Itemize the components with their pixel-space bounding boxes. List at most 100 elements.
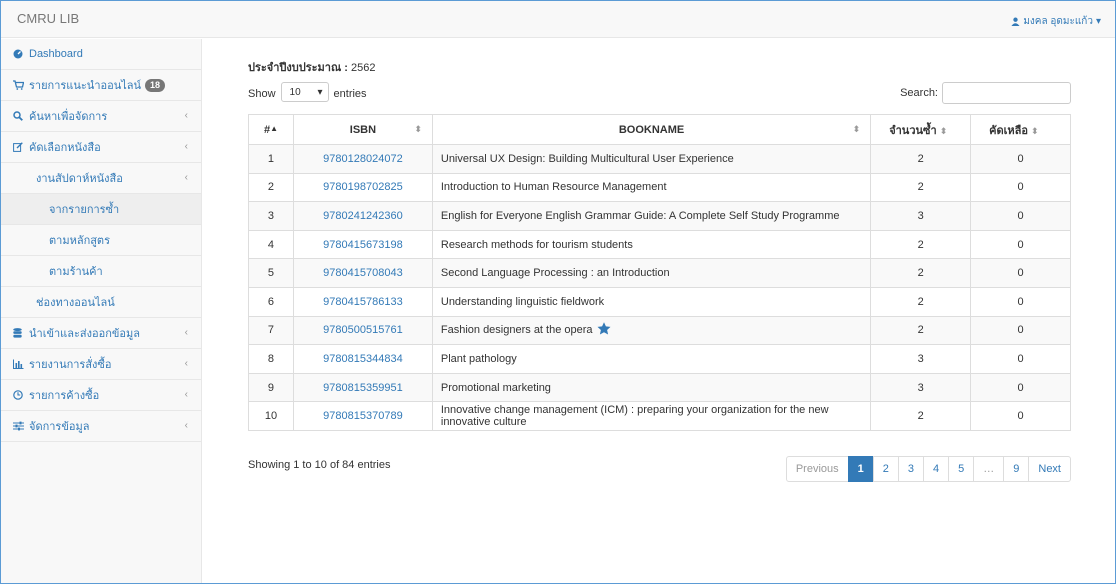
pagination: Previous 1 2 3 4 5… 9 Next <box>785 456 1071 482</box>
sidebar-item-book-week[interactable]: งานสัปดาห์หนังสือ ‹ <box>1 163 201 194</box>
edit-icon <box>13 142 27 152</box>
chevron-left-icon: ‹ <box>184 110 188 121</box>
cart-icon <box>13 80 27 90</box>
sidebar-item-label: รายการแนะนำออนไลน์ <box>29 80 142 92</box>
entries-select-value: 10 <box>289 86 301 98</box>
sidebar-item-dashboard[interactable]: Dashboard <box>1 39 201 70</box>
pagination-page-1[interactable]: 1 <box>847 456 874 482</box>
user-menu[interactable]: มงคล อุดมะแก้ว ▾ <box>1011 14 1101 29</box>
remaining-count: 0 <box>970 144 1071 174</box>
isbn-link[interactable]: 9780415708043 <box>292 258 433 288</box>
table-row: 6 9780415786133 Understanding linguistic f… <box>248 286 1071 317</box>
remaining-count: 0 <box>970 172 1071 203</box>
isbn-link[interactable]: 9780815370789 <box>292 401 433 431</box>
sidebar-item-by-curriculum[interactable]: ตามหลักสูตร <box>1 225 201 256</box>
isbn-link[interactable]: 9780815344834 <box>292 344 433 374</box>
duplicate-count: 2 <box>870 315 972 346</box>
table-info: Showing 1 to 10 of 84 entries <box>248 459 391 471</box>
row-number: 1 <box>248 144 294 174</box>
sidebar-item-online-recommend[interactable]: รายการแนะนำออนไลน์ 18 <box>1 70 201 101</box>
sidebar-item-import-export[interactable]: นำเข้าและส่งออกข้อมูล ‹ <box>1 318 201 349</box>
search-label: Search: <box>900 87 938 99</box>
pagination-page-9[interactable]: 9 <box>1003 456 1030 482</box>
remaining-count: 0 <box>970 344 1071 374</box>
sidebar-item-label: รายงานการสั่งซื้อ <box>29 359 112 371</box>
pagination-page-4[interactable]: 4 <box>923 456 950 482</box>
table-footer: Showing 1 to 10 of 84 entries Previous 1 2… <box>248 456 1071 482</box>
row-number: 10 <box>248 401 294 431</box>
isbn-link[interactable]: 9780241242360 <box>292 201 433 231</box>
row-number: 5 <box>248 258 294 288</box>
top-navbar: CMRU LIB มงคล อุดมะแก้ว ▾ <box>1 1 1115 38</box>
row-number: 6 <box>248 286 294 317</box>
duplicate-count: 3 <box>870 344 972 374</box>
books-table: #▲ ISBN ⬍ BOOKNAME ⬍ จำนวนซ้ำ ⬍ คัดเหลือ ⬍… <box>248 114 1071 431</box>
sidebar-item-pending-orders[interactable]: รายการค้างซื้อ ‹ <box>1 380 201 411</box>
sidebar-item-order-report[interactable]: รายงานการสั่งซื้อ ‹ <box>1 349 201 380</box>
column-header-number[interactable]: #▲ <box>248 114 294 145</box>
remaining-count: 0 <box>970 315 1071 346</box>
fiscal-year-value: 2562 <box>350 62 376 74</box>
duplicate-count: 2 <box>870 229 972 260</box>
sidebar-item-label: ตามหลักสูตร <box>49 235 110 247</box>
sidebar-item-label: Dashboard <box>29 48 83 60</box>
duplicate-count: 2 <box>870 286 972 317</box>
isbn-link[interactable]: 9780415786133 <box>292 286 433 317</box>
pagination-previous[interactable]: Previous <box>785 456 849 482</box>
entries-select[interactable]: 10 ▾ <box>280 82 329 102</box>
column-header-duplicates[interactable]: จำนวนซ้ำ ⬍ <box>870 114 972 145</box>
main-content: ประจำปีงบประมาณ : 2562 Show 10 ▾ entries… <box>248 58 1071 482</box>
column-header-isbn[interactable]: ISBN ⬍ <box>292 114 433 145</box>
sidebar-item-from-duplicates[interactable]: จากรายการซ้ำ <box>1 194 201 225</box>
table-header-row: #▲ ISBN ⬍ BOOKNAME ⬍ จำนวนซ้ำ ⬍ คัดเหลือ ⬍ <box>248 114 1071 145</box>
table-row: 4 9780415673198 Research methods for touri… <box>248 229 1071 260</box>
count-badge: 18 <box>145 78 166 92</box>
pagination-page-5[interactable]: 5 <box>948 456 975 482</box>
chevron-left-icon: ‹ <box>184 389 188 400</box>
book-name: Second Language Processing : an Introduc… <box>431 258 872 288</box>
user-icon <box>1011 17 1020 26</box>
duplicate-count: 2 <box>870 144 972 174</box>
pagination-next[interactable]: Next <box>1028 456 1071 482</box>
book-name: Universal UX Design: Building Multicultu… <box>431 144 872 174</box>
sidebar-item-data-manage[interactable]: จัดการข้อมูล ‹ <box>1 411 201 442</box>
sort-icon: ⬍ <box>1031 125 1039 136</box>
pagination-page-2[interactable]: 2 <box>872 456 899 482</box>
isbn-link[interactable]: 9780198702825 <box>292 172 433 203</box>
column-header-remaining[interactable]: คัดเหลือ ⬍ <box>970 114 1071 145</box>
isbn-link[interactable]: 9780415673198 <box>292 229 433 260</box>
duplicate-count: 3 <box>870 372 972 403</box>
sidebar-item-by-store[interactable]: ตามร้านค้า <box>1 256 201 287</box>
isbn-link[interactable]: 9780815359951 <box>292 372 433 403</box>
sort-icon: ⬍ <box>939 125 948 136</box>
isbn-link[interactable]: 9780500515761 <box>292 315 433 346</box>
column-header-bookname[interactable]: BOOKNAME ⬍ <box>431 114 872 145</box>
remaining-count: 0 <box>970 286 1071 317</box>
sidebar-item-label: คัดเลือกหนังสือ <box>29 142 101 154</box>
chevron-left-icon: ‹ <box>184 358 188 369</box>
isbn-link[interactable]: 9780128024072 <box>292 144 433 174</box>
table-body: 1 9780128024072 Universal UX Design: Build… <box>248 144 1071 431</box>
sidebar-item-select-books[interactable]: คัดเลือกหนังสือ ‹ <box>1 132 201 163</box>
show-label: Show <box>248 88 276 100</box>
user-name: มงคล อุดมะแก้ว <box>1023 16 1093 27</box>
table-row: 1 9780128024072 Universal UX Design: Build… <box>248 144 1071 174</box>
row-number: 2 <box>248 172 294 203</box>
sidebar-item-label: ช่องทางออนไลน์ <box>36 297 115 309</box>
book-name: English for Everyone English Grammar Gui… <box>431 201 872 231</box>
sidebar-item-search-manage[interactable]: ค้นหาเพื่อจัดการ ‹ <box>1 101 201 132</box>
book-name: Introduction to Human Resource Managemen… <box>431 172 872 203</box>
sidebar-item-label: งานสัปดาห์หนังสือ <box>36 173 123 185</box>
pagination-page-3[interactable]: 3 <box>897 456 924 482</box>
duplicate-count: 2 <box>870 258 972 288</box>
book-name: Innovative change management (ICM) : pre… <box>431 401 872 431</box>
search-input[interactable] <box>942 82 1071 104</box>
sort-icon: ⬍ <box>414 124 422 134</box>
remaining-count: 0 <box>970 401 1071 431</box>
brand-logo[interactable]: CMRU LIB <box>17 11 79 26</box>
star-icon <box>597 322 611 338</box>
sidebar-item-online-channel[interactable]: ช่องทางออนไลน์ <box>1 287 201 318</box>
book-name: Research methods for tourism students <box>431 229 872 260</box>
table-controls: Show 10 ▾ entries Search: <box>248 82 1071 104</box>
dashboard-icon <box>13 49 27 59</box>
